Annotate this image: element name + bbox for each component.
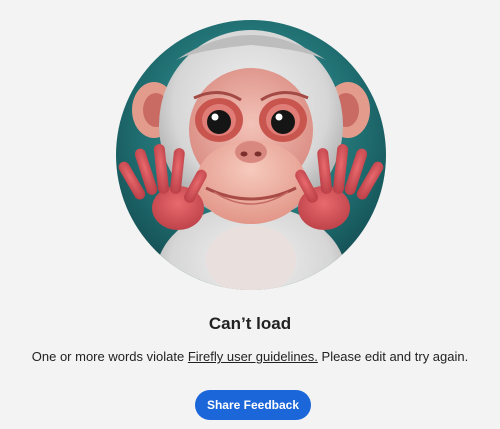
share-feedback-button[interactable]: Share Feedback — [195, 390, 311, 420]
firefly-guidelines-link[interactable]: Firefly user guidelines. — [188, 349, 318, 364]
cant-load-panel: Can’t load One or more words violate Fir… — [0, 0, 500, 429]
monkey-illustration — [116, 20, 386, 290]
error-title: Can’t load — [208, 314, 292, 333]
message-text-before: One or more words violate — [31, 349, 188, 364]
error-message: One or more words violate Firefly user g… — [0, 347, 500, 367]
message-text-after: Please edit and try again. — [317, 349, 469, 364]
